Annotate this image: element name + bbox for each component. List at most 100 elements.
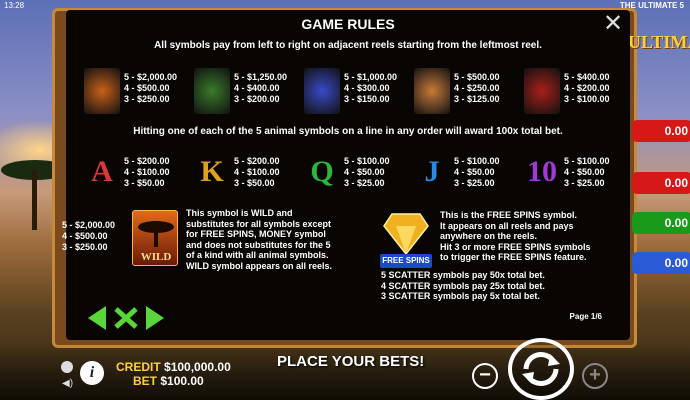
paytable-values: 5 - $100.00 4 - $50.00 3 - $25.00 xyxy=(344,156,390,189)
close-button[interactable]: ✕ xyxy=(602,12,624,36)
sound-icon[interactable]: ◀) xyxy=(62,378,73,389)
paytable-values: 5 - $2,000.00 4 - $500.00 3 - $250.00 xyxy=(124,72,177,105)
paytable-buffalo: 5 - $400.00 4 - $200.00 3 - $100.00 xyxy=(524,68,634,124)
decrease-bet-button[interactable]: − xyxy=(472,363,498,389)
credit-label: CREDIT xyxy=(116,360,161,374)
pay-line: 4 - $50.00 xyxy=(564,167,605,177)
jackpot-value-4: 0.00 xyxy=(632,252,690,274)
credit-display: CREDIT $100,000.00 xyxy=(116,360,231,374)
close-rules-icon[interactable] xyxy=(114,307,138,329)
spin-button[interactable] xyxy=(508,338,574,400)
wild-pay-4: 4 - $500.00 xyxy=(62,231,108,241)
status-message: PLACE YOUR BETS! xyxy=(277,353,425,370)
pay-line: 3 - $25.00 xyxy=(344,178,385,188)
pay-line: 5 - $100.00 xyxy=(454,156,500,166)
wild-paytable: 5 - $2,000.00 4 - $500.00 3 - $250.00 xyxy=(62,220,115,253)
pay-line: 5 - $1,250.00 xyxy=(234,72,288,82)
symbol-ten-icon: 10 xyxy=(527,155,557,188)
jackpot-value-1: 0.00 xyxy=(632,120,690,142)
prev-page-icon[interactable] xyxy=(88,306,106,330)
free-spins-description: This is the FREE SPINS symbol. It appear… xyxy=(440,210,591,263)
info-button[interactable]: i xyxy=(80,361,104,385)
fs-desc-line: It appears on all reels and pays xyxy=(440,220,574,231)
pay-line: 3 - $50.00 xyxy=(124,178,165,188)
wild-description: This symbol is WILD and substitutes for … xyxy=(186,208,332,271)
paytable-values: 5 - $500.00 4 - $250.00 3 - $125.00 xyxy=(454,72,500,105)
fs-desc-line: anywhere on the reels. xyxy=(440,231,538,241)
panel-title: GAME RULES xyxy=(301,16,395,32)
wild-desc-line: WILD symbol appears on all reels. xyxy=(186,260,333,271)
scatter-paytable: 5 SCATTER symbols pay 50x total bet. 4 S… xyxy=(381,270,545,302)
pay-line: 3 - $125.00 xyxy=(454,94,500,104)
pay-line: 4 - $200.00 xyxy=(564,83,610,93)
pay-line: 4 - $400.00 xyxy=(234,83,280,93)
pay-line: 5 - $500.00 xyxy=(454,72,500,82)
bet-label: BET xyxy=(133,374,157,388)
rhino-icon xyxy=(414,68,450,114)
pay-line: 5 - $400.00 xyxy=(564,72,610,82)
wild-pay-5: 5 - $2,000.00 xyxy=(62,220,116,230)
wild-desc-line: substitutes for all symbols except xyxy=(186,218,332,229)
increase-bet-button[interactable]: + xyxy=(582,363,608,389)
rules-intro: All symbols pay from left to right on ad… xyxy=(154,40,542,51)
paytable-values: 5 - $200.00 4 - $100.00 3 - $50.00 xyxy=(234,156,280,189)
pay-line: 5 - $2,000.00 xyxy=(124,72,178,82)
paytable-lion: 5 - $2,000.00 4 - $500.00 3 - $250.00 xyxy=(84,68,194,124)
paytable-ten: 10 5 - $100.00 4 - $50.00 3 - $25.00 xyxy=(524,152,634,208)
jackpot-value-3: 0.00 xyxy=(632,212,690,234)
pay-line: 5 - $200.00 xyxy=(234,156,280,166)
animal-combo-text: Hitting one of each of the 5 animal symb… xyxy=(133,126,563,137)
pay-line: 4 - $50.00 xyxy=(454,167,495,177)
bet-display: BET $100.00 xyxy=(133,374,204,388)
wild-desc-line: This symbol is WILD and xyxy=(186,208,293,218)
game-rules-panel: GAME RULES ✕ All symbols pay from left t… xyxy=(62,10,630,340)
pay-line: 4 - $100.00 xyxy=(234,167,280,177)
paytable-values: 5 - $100.00 4 - $50.00 3 - $25.00 xyxy=(454,156,500,189)
bet-value: $100.00 xyxy=(160,374,204,388)
pay-line: 3 - $25.00 xyxy=(454,178,495,188)
symbol-a-icon: A xyxy=(91,155,113,188)
game-background: 13:28 THE ULTIMATE 5 ULTIMATE 0.00 0.00 … xyxy=(0,0,690,400)
pay-line: 4 - $500.00 xyxy=(124,83,170,93)
symbol-j-icon: J xyxy=(424,155,440,188)
paytable-leopard: 5 - $1,250.00 4 - $400.00 3 - $200.00 xyxy=(194,68,304,124)
game-logo: ULTIMATE xyxy=(628,32,690,52)
page-indicator: Page 1/6 xyxy=(569,312,602,321)
pay-line: 4 - $250.00 xyxy=(454,83,500,93)
paytable-a: A 5 - $200.00 4 - $100.00 3 - $50.00 xyxy=(84,152,194,208)
acacia-icon xyxy=(138,221,174,247)
scatter-line: 4 SCATTER symbols pay 25x total bet. xyxy=(381,280,545,291)
pay-line: 5 - $100.00 xyxy=(344,156,390,166)
pay-line: 3 - $250.00 xyxy=(124,94,170,104)
paytable-values: 5 - $100.00 4 - $50.00 3 - $25.00 xyxy=(564,156,610,189)
elephant-icon xyxy=(304,68,340,114)
paytable-rhino: 5 - $500.00 4 - $250.00 3 - $125.00 xyxy=(414,68,524,124)
fs-desc-line: This is the FREE SPINS symbol. xyxy=(440,210,578,220)
jackpot-value-2: 0.00 xyxy=(632,172,690,194)
fs-desc-line: Hit 3 or more FREE SPINS symbols xyxy=(440,241,591,252)
scatter-line: 5 SCATTER symbols pay 50x total bet. xyxy=(381,270,545,280)
credit-value: $100,000.00 xyxy=(164,360,231,374)
diamond-icon xyxy=(383,213,429,256)
paytable-k: K 5 - $200.00 4 - $100.00 3 - $50.00 xyxy=(194,152,304,208)
paytable-values: 5 - $1,000.00 4 - $300.00 3 - $150.00 xyxy=(344,72,397,105)
next-page-icon[interactable] xyxy=(146,306,164,330)
nav-arrows xyxy=(88,306,164,330)
fs-desc-line: to trigger the FREE SPINS feature. xyxy=(440,252,587,262)
pay-line: 4 - $50.00 xyxy=(344,167,385,177)
clock: 13:28 xyxy=(4,1,25,10)
wild-label: WILD xyxy=(140,251,172,263)
pay-line: 3 - $200.00 xyxy=(234,94,280,104)
menu-icon[interactable] xyxy=(61,361,73,373)
free-spins-symbol: FREE SPINS xyxy=(380,210,432,272)
paytable-values: 5 - $400.00 4 - $200.00 3 - $100.00 xyxy=(564,72,610,105)
game-name: THE ULTIMATE 5 xyxy=(619,1,684,10)
paytable-q: Q 5 - $100.00 4 - $50.00 3 - $25.00 xyxy=(304,152,414,208)
leopard-icon xyxy=(194,68,230,114)
buffalo-icon xyxy=(524,68,560,114)
symbol-k-icon: K xyxy=(200,155,224,188)
wild-pay-3: 3 - $250.00 xyxy=(62,242,108,252)
spin-icon xyxy=(522,351,560,387)
scatter-line: 3 SCATTER symbols pay 5x total bet. xyxy=(381,291,540,301)
lion-icon xyxy=(84,68,120,114)
